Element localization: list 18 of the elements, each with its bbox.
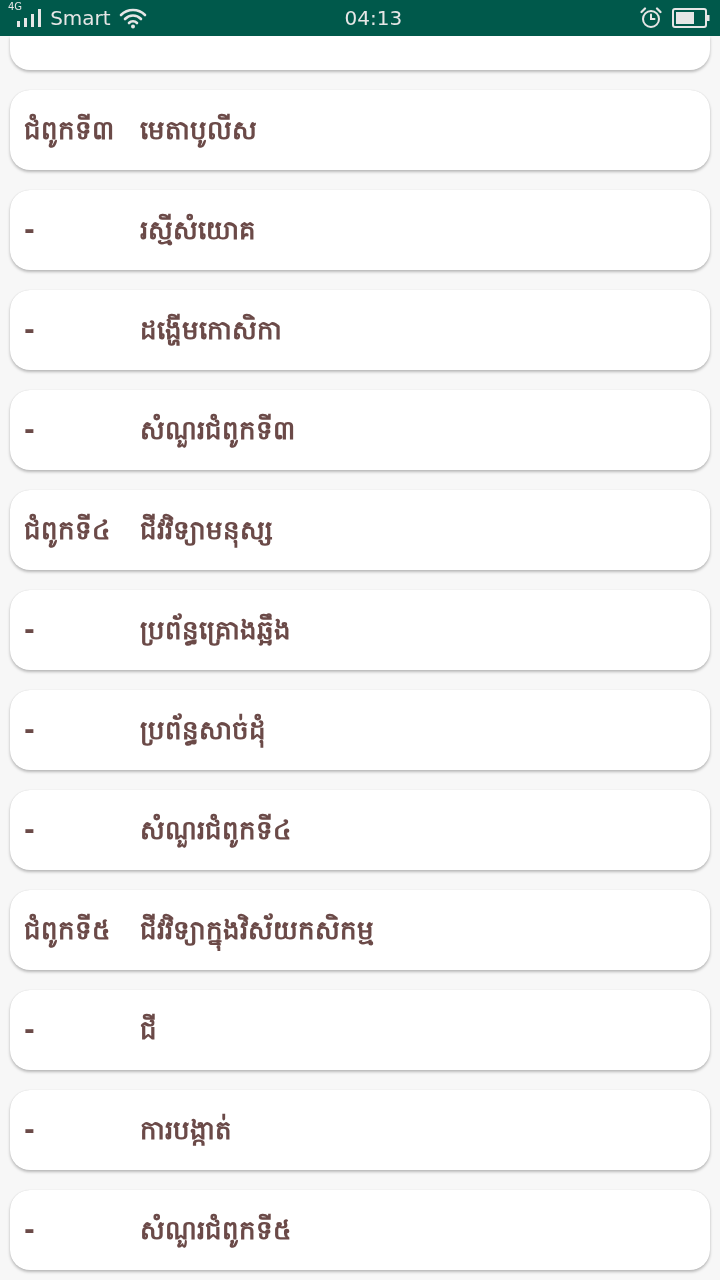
list-item[interactable]: ជំពូកទី៣ មេតាបូលីស — [10, 90, 710, 170]
list-item[interactable]: - សំណួរជំពូកទី៣ — [10, 390, 710, 470]
list-item[interactable]: - ជី — [10, 990, 710, 1070]
list-item[interactable]: ជំពូកទី៥ ជីវវិទ្យាក្នុងវិស័យកសិកម្ម — [10, 890, 710, 970]
list-item[interactable]: - រស្មីសំយោគ — [10, 190, 710, 270]
list-item[interactable]: - សំណួរជំពូកទី៤ — [10, 790, 710, 870]
clock-time: 04:13 — [344, 8, 403, 28]
list-item[interactable]: - សំណួរជំពូកទី៥ — [10, 1190, 710, 1270]
list-item[interactable]: ជំពូកទី៤ ជីវវិទ្យាមនុស្ស — [10, 490, 710, 570]
carrier-name: Smart — [50, 8, 111, 28]
list-item[interactable]: - ប្រព័ន្ធសាច់ដុំ — [10, 690, 710, 770]
list-item[interactable]: - ការបង្កាត់ — [10, 1090, 710, 1170]
list-item[interactable]: - ដង្ហើមកោសិកា — [10, 290, 710, 370]
wifi-icon — [118, 7, 147, 29]
network-type: 4G — [8, 2, 23, 12]
list-item[interactable]: - ប្រព័ន្ធគ្រោងឆ្អឹង — [10, 590, 710, 670]
battery-icon — [672, 8, 710, 28]
alarm-clock-icon — [640, 7, 662, 29]
